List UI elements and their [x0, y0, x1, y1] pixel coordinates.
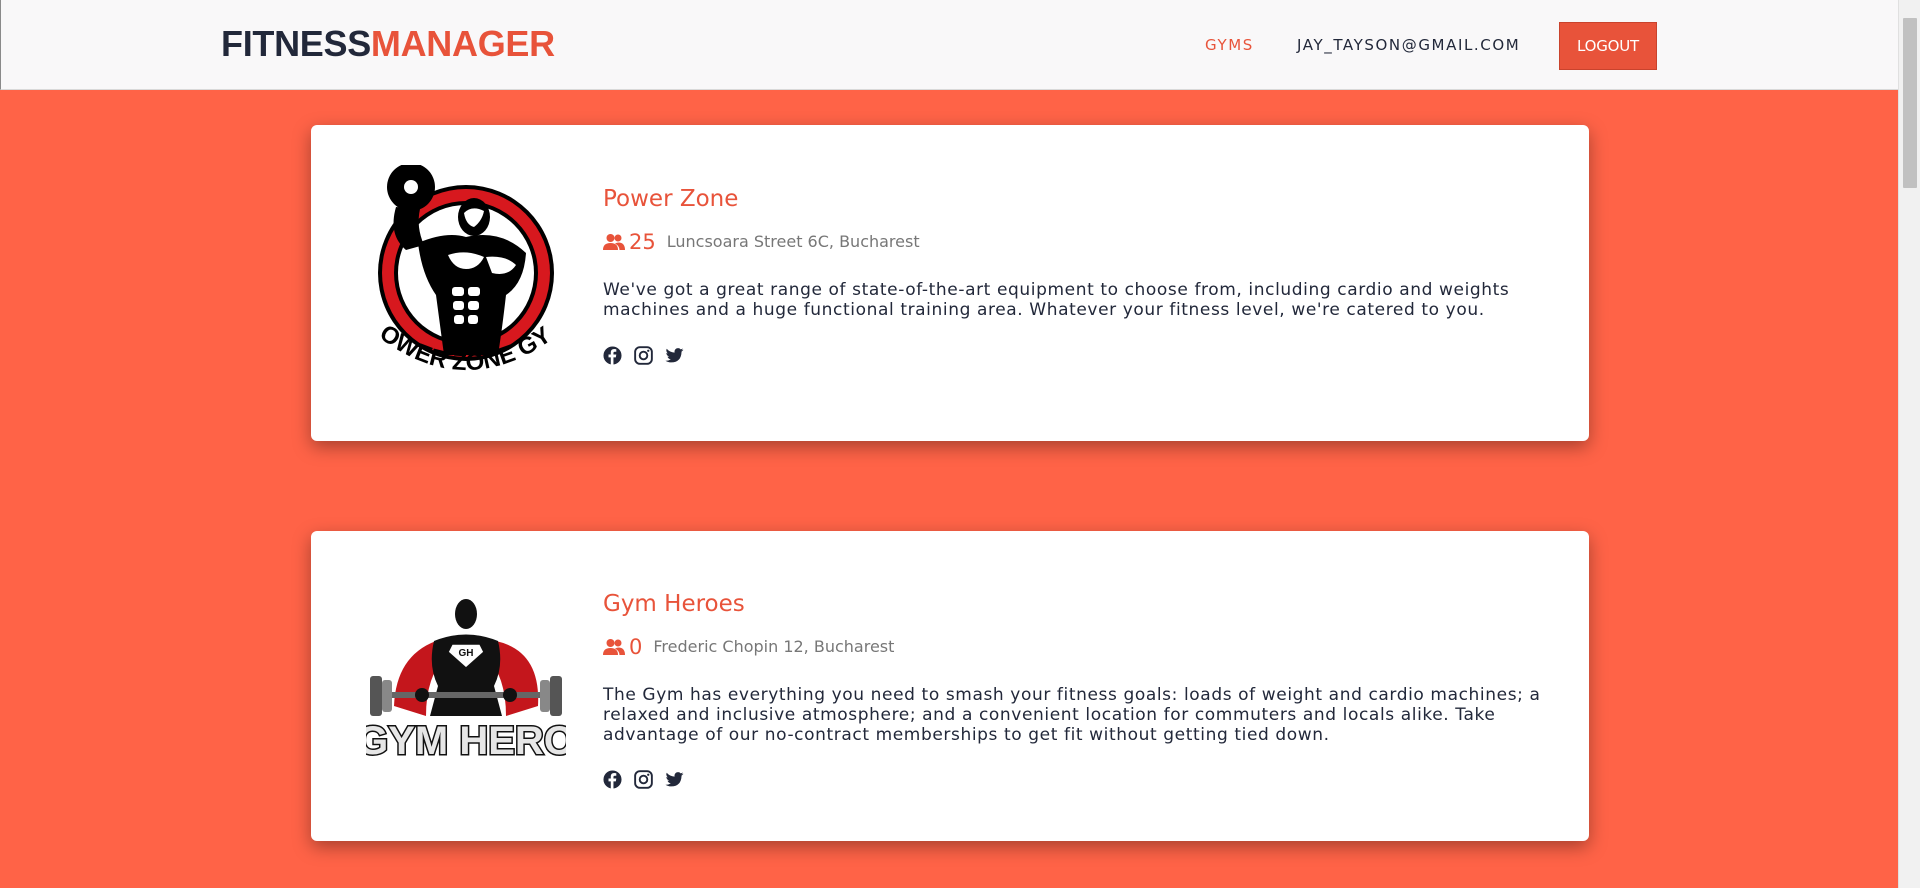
gym-name[interactable]: Power Zone	[603, 185, 738, 213]
gym-address: Frederic Chopin 12, Bucharest	[653, 637, 895, 656]
twitter-icon[interactable]	[665, 346, 684, 365]
twitter-icon[interactable]	[665, 770, 684, 789]
member-count: 0	[629, 635, 643, 659]
nav-user-email[interactable]: JAY_TAYSON@GMAIL.COM	[1297, 36, 1520, 54]
gym-card: POWER ZONE GYM Power Zone 25 Luncsoara S…	[311, 125, 1589, 441]
gym-description: We've got a great range of state-of-the-…	[603, 280, 1510, 320]
logo-lettering: GYM HERO	[366, 719, 566, 763]
gym-address: Luncsoara Street 6C, Bucharest	[666, 232, 920, 251]
users-icon	[603, 234, 625, 250]
gym-description: The Gym has everything you need to smash…	[603, 685, 1541, 745]
gym-hero-logo: GH GYM HERO	[366, 599, 566, 765]
gym-card: GH GYM HERO Gym Heroes 0 Frederic Chopin…	[311, 531, 1589, 841]
facebook-icon[interactable]	[603, 770, 622, 789]
brand-text-manager: MANAGER	[370, 23, 555, 64]
brand-text-fitness: FITNESS	[221, 23, 371, 64]
gym-meta: 0 Frederic Chopin 12, Bucharest	[603, 634, 894, 660]
social-links	[603, 346, 684, 365]
vertical-scrollbar[interactable]	[1898, 0, 1920, 888]
power-zone-gym-logo: POWER ZONE GYM	[366, 165, 556, 376]
instagram-icon[interactable]	[634, 770, 653, 789]
gym-name[interactable]: Gym Heroes	[603, 590, 745, 618]
instagram-icon[interactable]	[634, 346, 653, 365]
logo-emblem-lettering: GH	[459, 648, 474, 659]
social-links	[603, 770, 684, 789]
member-count: 25	[629, 230, 656, 254]
top-navbar: FITNESSMANAGER GYMS JAY_TAYSON@GMAIL.COM…	[0, 0, 1898, 90]
logout-button[interactable]: LOGOUT	[1559, 22, 1657, 70]
facebook-icon[interactable]	[603, 346, 622, 365]
nav-link-gyms[interactable]: GYMS	[1205, 36, 1254, 54]
users-icon	[603, 639, 625, 655]
scrollbar-thumb[interactable]	[1903, 18, 1917, 188]
brand-logo[interactable]: FITNESSMANAGER	[221, 24, 555, 64]
gym-meta: 25 Luncsoara Street 6C, Bucharest	[603, 229, 920, 255]
